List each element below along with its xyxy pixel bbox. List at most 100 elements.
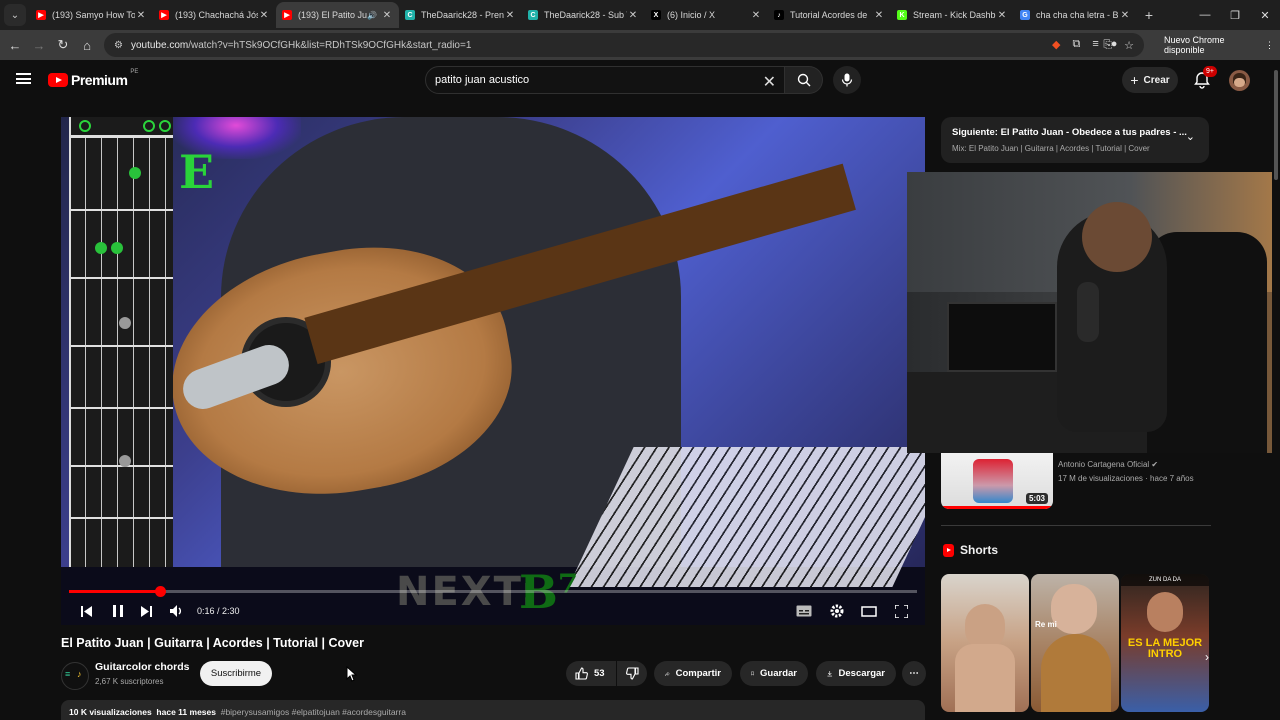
tab-close-icon[interactable]: ✕ (996, 10, 1008, 21)
video-player[interactable]: E NEXT: B⁷ 0:16 / 2:30 (61, 117, 925, 625)
previous-icon[interactable] (79, 601, 93, 621)
chevron-down-icon[interactable]: ⌄ (1186, 130, 1195, 143)
tab-close-icon[interactable]: ✕ (750, 10, 762, 21)
description-box[interactable]: 10 K visualizaciones hace 11 meses #bipe… (61, 700, 925, 720)
subscribe-button[interactable]: Suscribirme (200, 661, 272, 686)
scrollbar-thumb[interactable] (1274, 70, 1278, 180)
browser-tab-bar: ⌄ ▶ (193) Samyo How To ✕ ▶ (193) Chachachá J… (0, 0, 1280, 30)
fret-line (71, 407, 173, 409)
browser-tab[interactable]: ▶ (193) Chachachá Jóse ✕ (153, 2, 276, 28)
browser-tab[interactable]: C TheDaarick28 - Sub T ✕ (522, 2, 645, 28)
up-next-title: El Patito Juan - Obedece a tus padres - … (1000, 127, 1187, 138)
short-item[interactable]: ZUN DA DA ES LA MEJOR INTRO (1121, 574, 1209, 712)
create-button[interactable]: + Crear (1122, 67, 1178, 93)
restore-icon[interactable]: ❐ (1220, 9, 1250, 22)
tab-audio-icon[interactable]: 🔊 (367, 11, 377, 20)
short-top-text: ZUN DA DA (1121, 574, 1209, 586)
subscriber-count: 2,67 K suscriptores (95, 677, 164, 686)
chrome-update-button[interactable]: Nuevo Chrome disponible ⋮ (1158, 35, 1280, 55)
hamburger-menu-icon[interactable] (16, 73, 31, 84)
search-button[interactable] (785, 66, 823, 94)
settings-gear-icon[interactable] (828, 601, 846, 621)
related-video-thumbnail[interactable]: 5:03 (941, 453, 1053, 509)
tab-close-icon[interactable]: ✕ (873, 10, 885, 21)
fret-string (165, 135, 166, 567)
progress-scrubber[interactable] (154, 586, 166, 597)
fullscreen-icon[interactable] (892, 601, 910, 621)
kebab-menu-icon[interactable]: ⋮ (1265, 40, 1274, 51)
progress-bar[interactable] (69, 586, 917, 597)
fret-line (71, 209, 173, 211)
logo-text: Premium (71, 72, 128, 88)
browser-tab[interactable]: K Stream - Kick Dashb ✕ (891, 2, 1014, 28)
short-item[interactable]: Re mi (1031, 574, 1119, 712)
up-next-mix: Mix: El Patito Juan | Guitarra | Acordes… (952, 144, 1150, 153)
extensions-puzzle-icon[interactable]: ⧉ (1072, 38, 1080, 51)
subtitles-icon[interactable] (795, 601, 813, 621)
short-person (1051, 584, 1097, 634)
voice-search-button[interactable] (833, 66, 861, 94)
dislike-button[interactable] (617, 661, 647, 686)
home-icon[interactable]: ⌂ (75, 38, 99, 53)
channel-name[interactable]: Guitarcolor chords (95, 661, 190, 673)
share-button[interactable]: Compartir (654, 661, 732, 686)
account-avatar[interactable] (1229, 70, 1250, 91)
next-icon[interactable] (139, 601, 153, 621)
hashtags[interactable]: #biperysusamigos #elpatitojuan #acordesg… (221, 707, 406, 717)
download-button[interactable]: Descargar (816, 661, 896, 686)
tab-close-icon[interactable]: ✕ (627, 10, 639, 21)
tab-favicon-icon: ▶ (282, 10, 292, 20)
browser-tab[interactable]: X (6) Inicio / X ✕ (645, 2, 768, 28)
tab-favicon-icon: K (897, 10, 907, 20)
channel-avatar[interactable]: ≡ ♪ (61, 662, 89, 690)
shorts-next-arrow-icon[interactable]: › (1197, 647, 1217, 667)
tab-close-icon[interactable]: ✕ (1119, 10, 1131, 21)
tab-close-icon[interactable]: ✕ (381, 10, 393, 21)
tab-close-icon[interactable]: ✕ (135, 10, 147, 21)
back-icon[interactable]: ← (3, 38, 27, 53)
up-next-card[interactable]: Siguiente: El Patito Juan - Obedece a tu… (941, 117, 1209, 163)
theater-mode-icon[interactable] (860, 601, 878, 621)
url-host: youtube.com (130, 39, 189, 51)
tab-close-icon[interactable]: ✕ (504, 10, 516, 21)
tab-search-button[interactable]: ⌄ (4, 4, 26, 26)
more-actions-icon[interactable]: ⋯ (902, 661, 926, 686)
tab-favicon-icon: G (1020, 10, 1030, 20)
page-scrollbar[interactable] (1272, 60, 1280, 720)
site-info-icon[interactable]: ⚙ (114, 40, 123, 51)
short-person-body (955, 644, 1015, 712)
new-tab-button[interactable]: + (1137, 7, 1161, 23)
short-item[interactable] (941, 574, 1029, 712)
close-window-icon[interactable]: ✕ (1250, 9, 1280, 22)
like-button[interactable]: 53 (566, 661, 616, 686)
browser-tab[interactable]: ▶ (193) Samyo How To ✕ (30, 2, 153, 28)
youtube-premium-logo[interactable]: Premium PE (48, 69, 138, 88)
forward-icon[interactable]: → (27, 38, 51, 53)
tab-strip: ▶ (193) Samyo How To ✕ ▶ (193) Chachachá Jós… (30, 2, 1137, 28)
related-channel[interactable]: Antonio Cartagena Oficial ✔ (1058, 460, 1158, 469)
tab-title: (193) Chachachá Jóse (175, 10, 258, 20)
tab-favicon-icon: C (528, 10, 538, 20)
chord-fretboard-diagram (69, 117, 173, 567)
volume-icon[interactable] (169, 601, 185, 621)
pause-icon[interactable] (111, 601, 125, 621)
browser-tab[interactable]: C TheDaarick28 - Pren ✕ (399, 2, 522, 28)
url-field[interactable]: ⚙ youtube.com/watch?v=hTSk9OCfGHk&list=R… (104, 33, 1144, 57)
browser-tab[interactable]: ♪ Tutorial Acordes de ✕ (768, 2, 891, 28)
search-input[interactable]: patito juan acustico ✕ (425, 66, 785, 94)
minimize-icon[interactable]: — (1190, 9, 1220, 21)
profile-icon[interactable]: ● (1111, 38, 1118, 51)
extension-icon[interactable]: ◆ (1052, 38, 1060, 51)
up-next-prefix: Siguiente: (952, 127, 998, 138)
video-title: El Patito Juan | Guitarra | Acordes | Tu… (61, 636, 364, 650)
browser-tab[interactable]: ▶ (193) El Patito Ju 🔊 ✕ (276, 2, 399, 28)
tab-close-icon[interactable]: ✕ (258, 10, 270, 21)
finger-dot (111, 242, 123, 254)
bookmark-star-icon[interactable]: ☆ (1124, 39, 1134, 52)
browser-tab[interactable]: Gcha cha cha letra - B ✕ (1014, 2, 1137, 28)
tab-favicon-icon: X (651, 10, 661, 20)
clear-search-icon[interactable]: ✕ (763, 72, 776, 92)
reload-icon[interactable]: ↻ (51, 37, 75, 53)
media-controls-icon[interactable]: ≡ (1092, 38, 1098, 51)
save-button[interactable]: Guardar (740, 661, 808, 686)
